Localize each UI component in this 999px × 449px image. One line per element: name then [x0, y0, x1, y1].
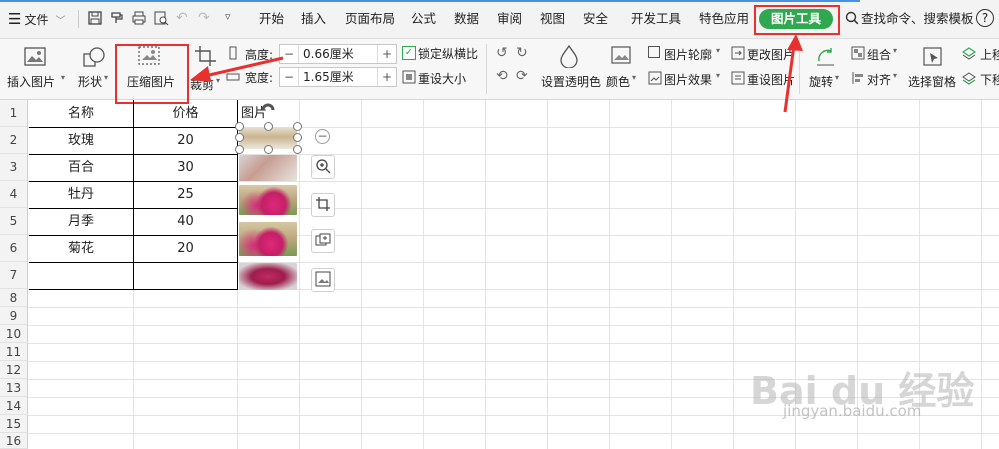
watermark-url: jingyan.baidu.com: [783, 402, 922, 420]
